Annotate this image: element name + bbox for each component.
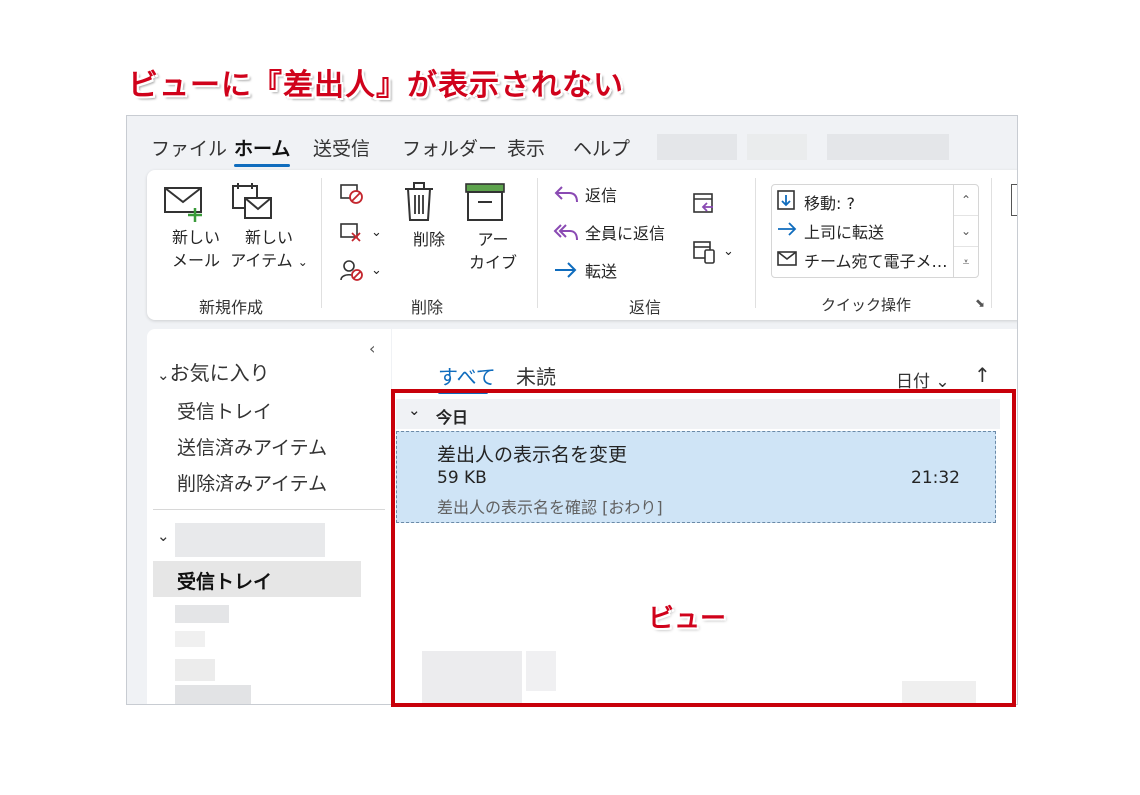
new-mail-icon: [161, 182, 231, 222]
chevron-down-icon: ⌄: [371, 224, 382, 240]
group-label-reply: 返信: [629, 298, 662, 317]
nav-item-sent[interactable]: 送信済みアイテム: [177, 433, 327, 460]
new-mail-label-2: メール: [171, 251, 220, 270]
ignore-icon: [339, 182, 365, 206]
group-label-quick-steps: クイック操作: [821, 296, 912, 314]
quick-step-team-email-label: チーム宛て電子メ…: [804, 252, 948, 271]
ribbon-separator: [755, 178, 756, 308]
favorites-label: お気に入り: [169, 361, 270, 385]
nav-item-inbox[interactable]: 受信トレイ: [177, 567, 272, 594]
menu-help[interactable]: ヘルプ: [573, 134, 630, 161]
new-mail-label-1: 新しい: [171, 228, 220, 247]
tab-all[interactable]: すべて: [438, 361, 496, 390]
more-respond-button[interactable]: ⌄: [691, 238, 734, 264]
mail-icon: [776, 247, 798, 273]
redacted-folder: [175, 631, 205, 647]
chevron-down-icon: ⌄: [723, 243, 734, 259]
move-icon: [776, 189, 798, 215]
archive-label-2: カイブ: [468, 253, 517, 272]
chevron-down-icon[interactable]: ⌄: [157, 527, 170, 545]
quick-step-to-manager-label: 上司に転送: [804, 223, 885, 242]
menu-folder[interactable]: フォルダー: [402, 134, 497, 161]
annotation-title: ビューに『差出人』が表示されない: [128, 68, 624, 103]
redacted-folder: [175, 685, 251, 704]
expand-gallery-icon[interactable]: ⩡: [954, 247, 978, 277]
favorites-header[interactable]: ⌄お気に入り: [157, 357, 270, 386]
delete-label: 削除: [412, 230, 445, 249]
scroll-down-icon[interactable]: ⌄: [954, 216, 978, 247]
quick-step-team-email[interactable]: チーム宛て電子メ…: [776, 247, 948, 273]
overflow-icon: [1011, 184, 1017, 216]
delete-button[interactable]: 削除: [399, 180, 459, 251]
reply-all-button[interactable]: 全員に返信: [553, 220, 665, 244]
calendar-phone-icon: [691, 238, 717, 264]
junk-icon: [339, 258, 365, 282]
forward-icon: [553, 260, 579, 280]
redacted-area: [747, 134, 807, 160]
ignore-button[interactable]: [339, 182, 365, 206]
archive-icon: [463, 180, 523, 224]
group-label-delete: 削除: [411, 298, 444, 317]
forward-label: 転送: [585, 262, 618, 281]
quick-steps-gallery: 移動: ? 上司に転送 チーム宛て電子メ… ⌃ ⌄ ⩡: [771, 184, 979, 278]
new-item-button[interactable]: 新しい アイテム ⌄: [229, 182, 309, 274]
reply-icon: [553, 184, 579, 204]
redacted-area: [657, 134, 737, 160]
view-annotation-label: ビュー: [648, 604, 727, 634]
redacted-account: [175, 523, 325, 557]
ribbon-separator: [321, 178, 322, 308]
junk-button[interactable]: ⌄: [339, 258, 382, 282]
collapse-pane-icon[interactable]: ‹: [369, 339, 375, 358]
reply-all-icon: [553, 222, 579, 242]
meeting-reply-button[interactable]: [691, 190, 717, 216]
trash-icon: [399, 180, 459, 224]
sort-direction-arrow-icon[interactable]: ↑: [974, 363, 991, 387]
new-item-icon: [229, 182, 309, 222]
new-item-label-2: アイテム: [230, 251, 293, 270]
cleanup-icon: [339, 220, 365, 244]
quick-steps-scroll: ⌃ ⌄ ⩡: [953, 185, 978, 277]
cleanup-button[interactable]: ⌄: [339, 220, 382, 244]
menu-send-receive[interactable]: 送受信: [313, 134, 370, 161]
menu-view[interactable]: 表示: [507, 134, 545, 161]
new-item-label-2-wrap: アイテム ⌄: [229, 249, 309, 274]
chevron-down-icon: ⌄: [157, 366, 170, 384]
scroll-up-icon[interactable]: ⌃: [954, 185, 978, 216]
archive-label-1: アー: [477, 230, 509, 249]
ribbon-separator: [537, 178, 538, 308]
redacted-folder: [175, 605, 229, 623]
archive-button[interactable]: アー カイブ: [463, 180, 523, 274]
menu-file[interactable]: ファイル: [151, 134, 227, 161]
reply-label: 返信: [585, 186, 618, 205]
chevron-down-icon: ⌄: [297, 255, 308, 269]
reply-all-label: 全員に返信: [585, 224, 666, 243]
chevron-down-icon: ⌄: [371, 262, 382, 278]
nav-item-deleted[interactable]: 削除済みアイテム: [177, 469, 327, 496]
redacted-folder: [175, 659, 215, 681]
forward-icon: [776, 218, 798, 244]
tab-unread[interactable]: 未読: [516, 361, 556, 390]
new-mail-button[interactable]: 新しい メール: [161, 182, 231, 272]
reply-button[interactable]: 返信: [553, 182, 617, 206]
menu-home[interactable]: ホーム: [234, 134, 291, 167]
view-highlight-box: [391, 389, 1016, 707]
group-label-new: 新規作成: [199, 298, 264, 317]
quick-step-to-manager[interactable]: 上司に転送: [776, 218, 884, 244]
ribbon: 新しい メール 新しい アイテム ⌄ 新規作成 ⌄ ⌄ 削除 アー カイブ 削除…: [147, 170, 1017, 320]
quick-step-move[interactable]: 移動: ?: [776, 189, 855, 215]
ribbon-separator: [991, 178, 992, 308]
nav-divider: [153, 509, 385, 510]
redacted-area: [827, 134, 949, 160]
quick-step-move-label: 移動: ?: [804, 194, 855, 213]
dialog-launcher-icon[interactable]: ⬊: [975, 296, 985, 310]
nav-item-inbox-fav[interactable]: 受信トレイ: [177, 397, 272, 424]
new-item-label-1: 新しい: [244, 228, 293, 247]
menu-bar: ファイル ホーム 送受信 フォルダー 表示 ヘルプ: [127, 130, 1017, 167]
calendar-reply-icon: [691, 190, 717, 216]
navigation-pane: ‹ ⌄お気に入り 受信トレイ 送信済みアイテム 削除済みアイテム ⌄ 受信トレイ: [147, 329, 391, 704]
forward-button[interactable]: 転送: [553, 258, 617, 282]
